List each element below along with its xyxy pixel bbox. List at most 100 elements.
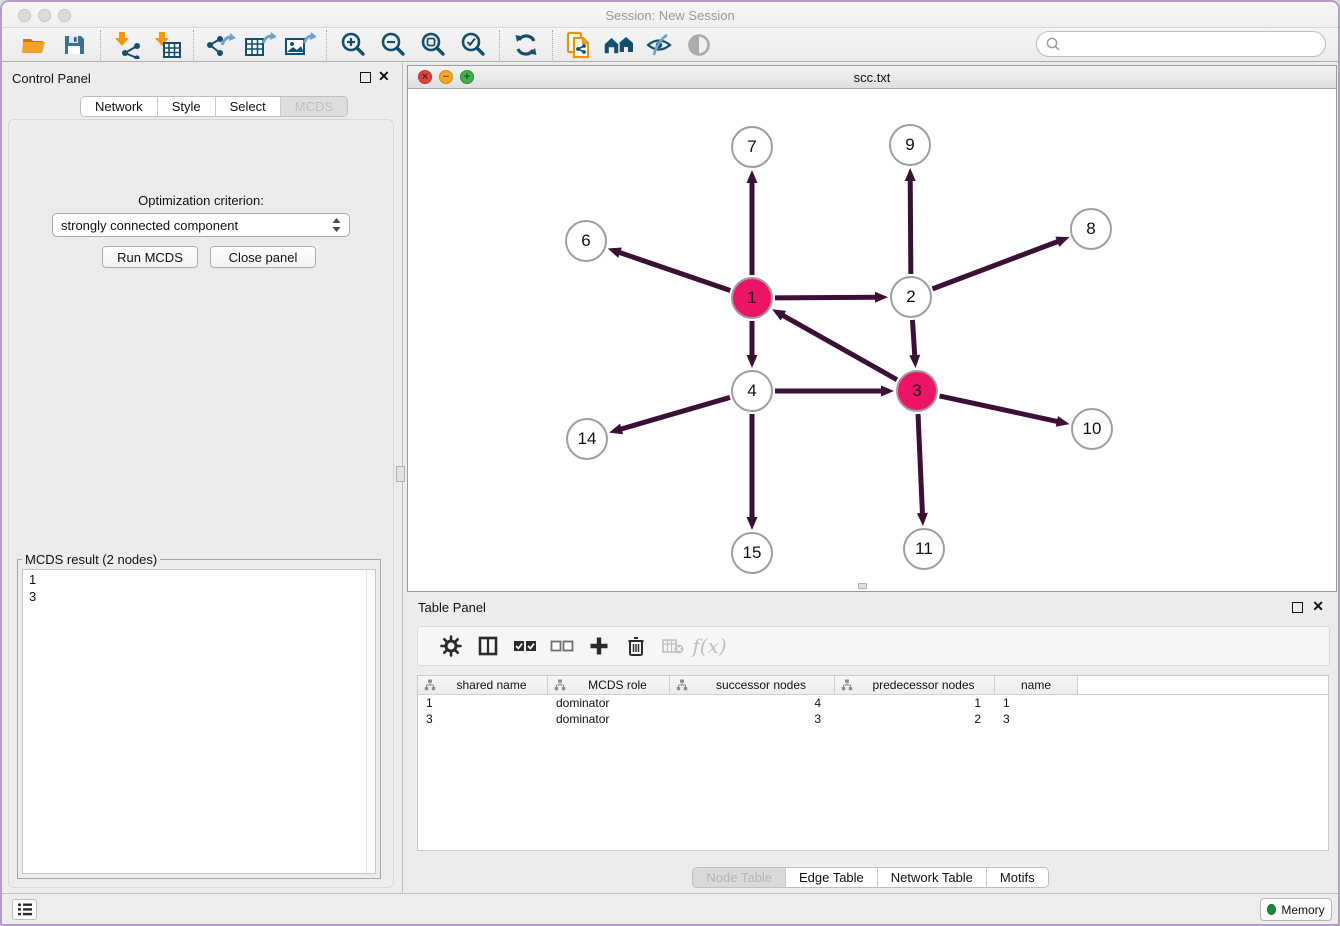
column-header-MCDS-role[interactable]: MCDS role xyxy=(548,676,670,694)
tab-edge-table[interactable]: Edge Table xyxy=(786,868,878,887)
clone-network-icon[interactable] xyxy=(559,29,599,61)
graph-node-8[interactable]: 8 xyxy=(1070,208,1112,250)
graph-edge-2-3[interactable] xyxy=(909,320,920,368)
graph-edge-3-1[interactable] xyxy=(772,309,897,379)
result-scrollbar[interactable] xyxy=(366,570,375,873)
cell-predecessor-nodes: 2 xyxy=(835,711,995,727)
import-network-icon[interactable] xyxy=(107,29,147,61)
deselect-all-icon[interactable] xyxy=(543,629,580,663)
add-column-plus-icon[interactable] xyxy=(580,629,617,663)
toolbar-separator xyxy=(326,30,327,60)
task-history-button[interactable] xyxy=(12,899,37,920)
graph-edge-4-14[interactable] xyxy=(609,397,730,434)
zoom-selected-icon[interactable] xyxy=(453,29,493,61)
delete-selected-trash-icon[interactable] xyxy=(617,629,654,663)
column-type-icon xyxy=(676,679,688,691)
column-header-successor-nodes[interactable]: successor nodes xyxy=(670,676,835,694)
tab-motifs[interactable]: Motifs xyxy=(987,868,1048,887)
graph-node-15[interactable]: 15 xyxy=(731,532,773,574)
column-header-name[interactable]: name xyxy=(995,676,1078,694)
network-view-window: × − + scc.txt 7968124314101511 xyxy=(407,65,1337,592)
graph-edge-1-6[interactable] xyxy=(608,247,730,290)
toolbar-separator xyxy=(193,30,194,60)
import-table-icon[interactable] xyxy=(147,29,187,61)
graph-node-6[interactable]: 6 xyxy=(565,220,607,262)
memory-button[interactable]: Memory xyxy=(1260,898,1332,921)
search-icon xyxy=(1045,36,1061,52)
table-row[interactable]: 1dominator411 xyxy=(418,695,1328,711)
graph-node-1[interactable]: 1 xyxy=(731,277,773,319)
table-body: 1dominator4113dominator323 xyxy=(418,695,1328,727)
column-type-icon xyxy=(554,679,566,691)
graph-node-10[interactable]: 10 xyxy=(1071,408,1113,450)
graph-node-7[interactable]: 7 xyxy=(731,126,773,168)
show-columns-icon[interactable] xyxy=(469,629,506,663)
mcds-result-text[interactable]: 1 3 xyxy=(22,569,376,874)
column-header-predecessor-nodes[interactable]: predecessor nodes xyxy=(835,676,995,694)
first-neighbors-icon[interactable] xyxy=(599,29,639,61)
table-panel: Table Panel ✕ xyxy=(403,593,1338,893)
table-panel-title: Table Panel xyxy=(418,600,486,615)
dropdown-stepper-icon xyxy=(332,217,341,233)
column-type-icon xyxy=(841,679,853,691)
hide-selected-eye-icon[interactable] xyxy=(639,29,679,61)
tab-mcds[interactable]: MCDS xyxy=(281,97,347,116)
graph-node-11[interactable]: 11 xyxy=(903,528,945,570)
graph-edge-4-15[interactable] xyxy=(747,414,758,530)
graph-edge-3-10[interactable] xyxy=(939,396,1069,427)
graph-edge-3-11[interactable] xyxy=(917,414,928,526)
graph-edge-4-3[interactable] xyxy=(775,386,894,397)
export-network-icon[interactable] xyxy=(200,29,240,61)
graph-edge-1-4[interactable] xyxy=(747,321,758,368)
toolbar-separator xyxy=(499,30,500,60)
run-mcds-button[interactable]: Run MCDS xyxy=(102,246,198,268)
splitter-grip[interactable] xyxy=(396,466,405,482)
table-settings-gear-icon[interactable] xyxy=(432,629,469,663)
tab-network[interactable]: Network xyxy=(81,97,158,116)
export-table-icon[interactable] xyxy=(240,29,280,61)
refresh-layout-icon[interactable] xyxy=(506,29,546,61)
graph-edge-2-9[interactable] xyxy=(905,168,916,274)
close-table-panel-icon[interactable]: ✕ xyxy=(1312,599,1324,613)
cell-shared-name: 1 xyxy=(418,695,548,711)
column-header-shared-name[interactable]: shared name xyxy=(418,676,548,694)
tab-network-table[interactable]: Network Table xyxy=(878,868,987,887)
tab-select[interactable]: Select xyxy=(216,97,281,116)
export-image-icon[interactable] xyxy=(280,29,320,61)
criterion-dropdown[interactable]: strongly connected component xyxy=(52,213,350,237)
graph-node-9[interactable]: 9 xyxy=(889,124,931,166)
select-all-icon[interactable] xyxy=(506,629,543,663)
canvas-scroll-grip[interactable] xyxy=(858,583,867,589)
graph-node-14[interactable]: 14 xyxy=(566,418,608,460)
column-type-icon xyxy=(424,679,436,691)
zoom-fit-icon[interactable] xyxy=(413,29,453,61)
control-panel-title: Control Panel xyxy=(12,71,91,86)
toolbar-separator xyxy=(100,30,101,60)
float-table-panel-icon[interactable] xyxy=(1292,602,1303,613)
graph-edge-2-8[interactable] xyxy=(933,237,1070,289)
close-panel-icon[interactable]: ✕ xyxy=(378,69,390,83)
close-panel-button[interactable]: Close panel xyxy=(210,246,316,268)
table-row[interactable]: 3dominator323 xyxy=(418,711,1328,727)
graph-node-2[interactable]: 2 xyxy=(890,276,932,318)
network-canvas[interactable]: 7 9 6 8 1 2 4 3 14 10 15 11 xyxy=(408,89,1336,591)
tab-node-table[interactable]: Node Table xyxy=(693,868,786,887)
main-toolbar xyxy=(2,28,1338,62)
zoom-in-icon[interactable] xyxy=(333,29,373,61)
search-input[interactable] xyxy=(1061,34,1325,54)
memory-status-icon xyxy=(1267,904,1276,915)
table-header-row: shared nameMCDS rolesuccessor nodesprede… xyxy=(418,676,1328,695)
zoom-out-icon[interactable] xyxy=(373,29,413,61)
status-bar: Memory xyxy=(2,893,1338,924)
cell-name: 3 xyxy=(995,711,1078,727)
graph-node-4[interactable]: 4 xyxy=(731,370,773,412)
graph-node-3[interactable]: 3 xyxy=(896,370,938,412)
show-all-eye-icon[interactable] xyxy=(679,29,719,61)
save-session-icon[interactable] xyxy=(54,29,94,61)
graph-edge-1-2[interactable] xyxy=(775,292,888,303)
graph-edge-1-7[interactable] xyxy=(747,170,758,275)
float-panel-icon[interactable] xyxy=(360,72,371,83)
tab-style[interactable]: Style xyxy=(158,97,216,116)
open-session-icon[interactable] xyxy=(14,29,54,61)
search-field[interactable] xyxy=(1036,31,1326,57)
